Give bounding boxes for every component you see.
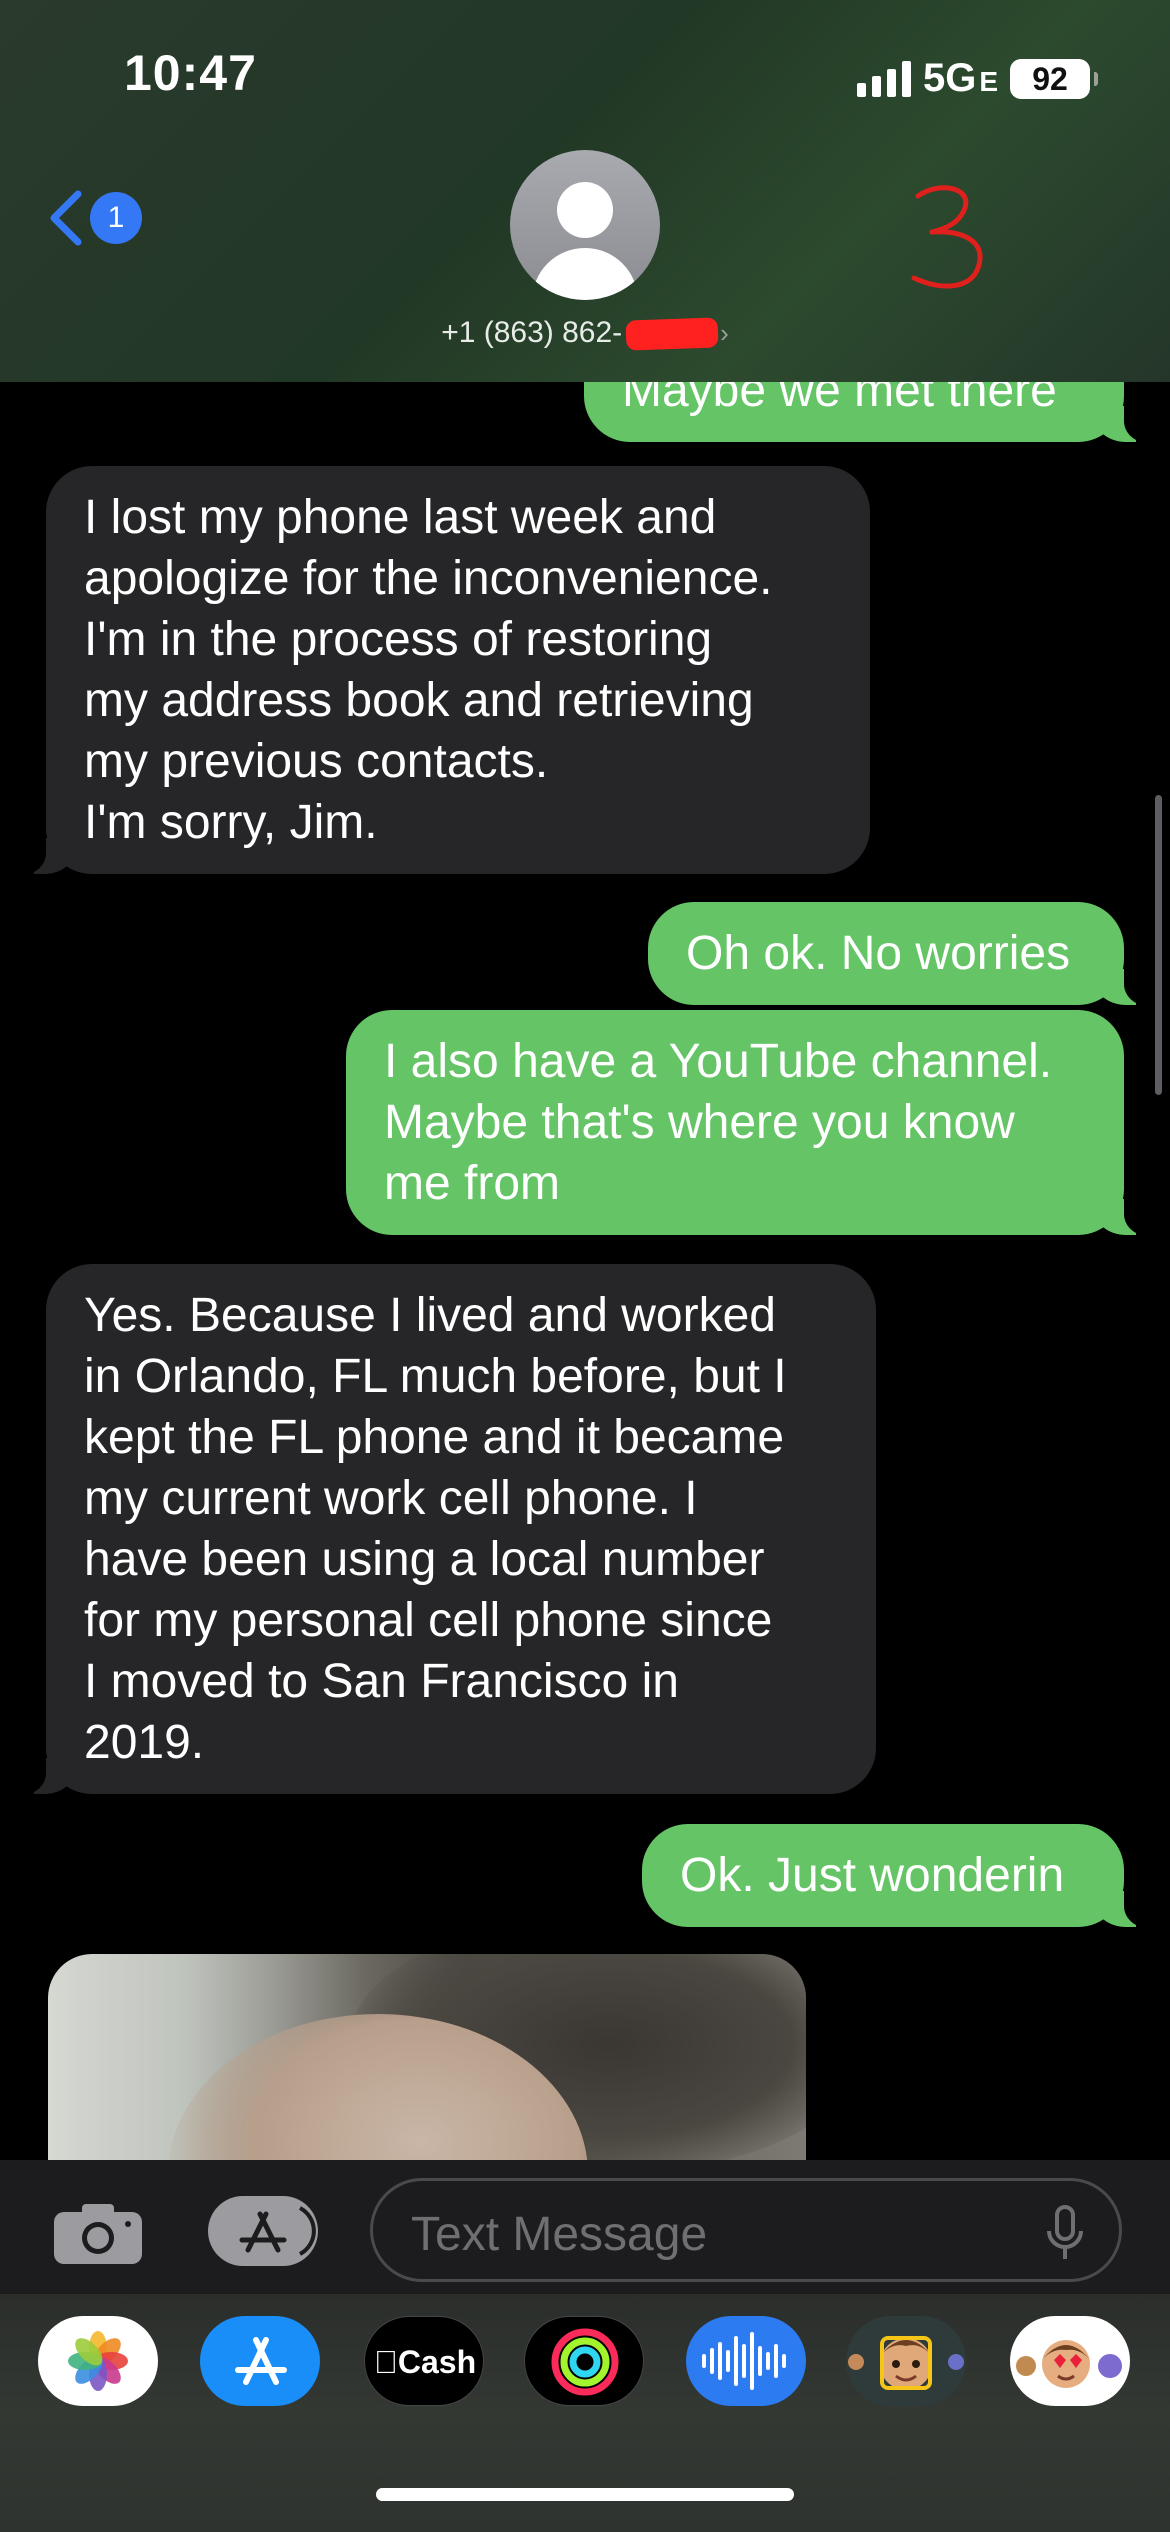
activity-app-button[interactable] — [524, 2316, 644, 2406]
message-line: 2019. — [84, 1716, 205, 1769]
compose-bar: Text Message — [0, 2160, 1170, 2294]
avatar-head — [557, 182, 613, 238]
redaction-mark — [625, 317, 719, 351]
message-bubble-incoming[interactable]: I lost my phone last week and apologize … — [16, 466, 870, 875]
message-line: I'm sorry, Jim. — [84, 796, 378, 849]
handwritten-annotation: 3 — [900, 178, 983, 289]
photo-attachment[interactable] — [48, 1954, 806, 2160]
audio-message-app-button[interactable] — [686, 2316, 806, 2406]
memoji-app-button[interactable] — [846, 2316, 966, 2406]
contact-number: +1 (863) 862- — [441, 316, 623, 349]
audio-message-icon — [702, 2332, 786, 2390]
message-line: my address book and retrieving — [84, 674, 754, 727]
conversation-header: 10:47 5G E 92 1 +1 (863) 862- › 3 — [0, 0, 1170, 382]
unread-badge: 1 — [90, 192, 142, 244]
message-line: Maybe that's where you know — [384, 1096, 1015, 1149]
message-line: I also have a YouTube channel. — [384, 1035, 1053, 1088]
signal-icon — [856, 60, 911, 97]
message-line: Ok. Just wonderin — [680, 1849, 1065, 1902]
network-type: 5G E — [923, 56, 998, 101]
apple-cash-icon: Cash — [365, 2344, 483, 2381]
message-line: I'm in the process of restoring — [84, 613, 713, 666]
memoji-stickers-app-button[interactable] — [1010, 2316, 1130, 2406]
network-label: 5G — [922, 56, 977, 100]
network-suffix: E — [979, 66, 998, 97]
message-bubble-outgoing[interactable]: Oh ok. No worries — [648, 902, 1154, 1006]
battery-icon: 92 — [1010, 58, 1098, 99]
home-indicator[interactable] — [376, 2488, 794, 2501]
memoji-stickers-icon — [1016, 2340, 1122, 2388]
photos-app-button[interactable] — [38, 2316, 158, 2406]
memoji-icon — [848, 2336, 964, 2390]
apps-button[interactable] — [208, 2196, 318, 2266]
app-store-icon — [235, 2337, 287, 2385]
message-line: for my personal cell phone since — [84, 1594, 773, 1647]
chevron-right-icon: › — [720, 318, 729, 348]
photos-icon — [68, 2331, 128, 2391]
message-line: in Orlando, FL much before, but I — [84, 1350, 787, 1403]
camera-icon[interactable] — [52, 2200, 144, 2266]
message-bubble-outgoing[interactable]: I also have a YouTube channel. Maybe tha… — [346, 1010, 1154, 1236]
scroll-indicator[interactable] — [1155, 795, 1162, 1095]
contact-avatar[interactable] — [510, 150, 660, 300]
message-line: me from — [384, 1157, 561, 1210]
status-indicators: 5G E 92 — [856, 56, 1098, 101]
chevron-left-icon — [50, 190, 82, 246]
app-store-app-button[interactable] — [200, 2316, 320, 2406]
message-line: my current work cell phone. I — [84, 1472, 698, 1525]
cash-label: Cash — [385, 2344, 476, 2380]
message-line: have been using a local number — [84, 1533, 765, 1586]
app-store-icon — [239, 2206, 316, 2256]
message-line: Yes. Because I lived and worked — [84, 1289, 776, 1342]
activity-icon — [551, 2328, 619, 2396]
avatar-body — [532, 248, 638, 300]
message-bubble-outgoing[interactable]: Ok. Just wonderin — [642, 1824, 1154, 1928]
message-bubble-incoming[interactable]: Yes. Because I lived and worked in Orlan… — [16, 1264, 876, 1795]
message-line: kept the FL phone and it became — [84, 1411, 785, 1464]
battery-level: 92 — [1032, 60, 1068, 97]
status-time: 10:47 — [124, 45, 257, 101]
message-line: my previous contacts. — [84, 735, 549, 788]
microphone-icon[interactable] — [1045, 2205, 1085, 2261]
back-button[interactable]: 1 — [46, 188, 142, 248]
message-input[interactable]: Text Message — [370, 2178, 1122, 2282]
message-input-placeholder: Text Message — [411, 2208, 708, 2261]
annotation-text: 3 — [900, 178, 901, 179]
message-line: apologize for the inconvenience. — [84, 552, 773, 605]
message-line: Oh ok. No worries — [686, 927, 1071, 980]
message-line: I lost my phone last week and — [84, 491, 717, 544]
apple-cash-app-button[interactable]: Cash — [364, 2316, 484, 2406]
message-line: I moved to San Francisco in — [84, 1655, 679, 1708]
contact-name-button[interactable]: +1 (863) 862- › — [0, 316, 1170, 351]
